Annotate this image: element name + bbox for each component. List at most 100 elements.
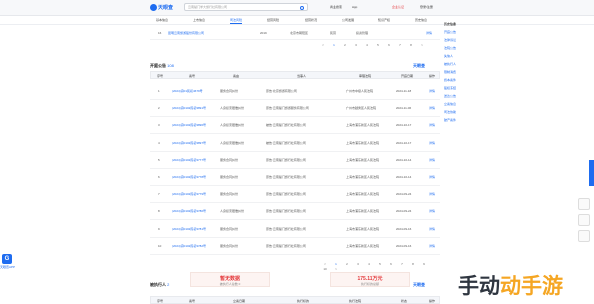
col-op: 操作: [429, 74, 436, 78]
detail-link[interactable]: 详情: [429, 158, 435, 162]
tab-basic-info[interactable]: 基本信息: [156, 18, 168, 24]
tab-legal-risk[interactable]: 司法风险: [230, 18, 243, 24]
case-link[interactable]: (2024)滇0102民初3896号: [172, 123, 206, 127]
sidebar-item[interactable]: 送达公告: [444, 94, 468, 98]
row-number: 1: [158, 89, 160, 93]
highlight-value: 暂无数据: [219, 276, 240, 282]
tab-history[interactable]: 历史信息: [415, 18, 427, 24]
page-10[interactable]: 10: [322, 267, 328, 272]
search-icon[interactable]: [300, 6, 304, 10]
logo-text: 天眼查: [158, 5, 174, 11]
page-next[interactable]: >: [419, 43, 425, 48]
cell-date: 2024-09-24: [396, 209, 412, 214]
sidebar-item[interactable]: 历史信息: [444, 22, 468, 26]
case-link[interactable]: (2024)滇0102民初3779号: [172, 192, 206, 196]
cell-party: 原告:云南楚门旅行社有限公司: [266, 192, 306, 197]
toplink-business-search[interactable]: 商业搜索: [330, 5, 342, 9]
toplink-login[interactable]: 登录/注册: [420, 5, 433, 9]
tab-ip[interactable]: 知识产权: [378, 18, 390, 24]
detail-link[interactable]: 详情: [429, 192, 435, 196]
tab-business-risk[interactable]: 经营风险: [267, 18, 279, 24]
sidebar-item[interactable]: 股权冻结: [444, 86, 468, 90]
case-link[interactable]: (2024)滇0102民初3891号: [172, 106, 206, 110]
cell-date: 2024-09-24: [396, 192, 412, 197]
cell-cause: 人身损害赔偿纠纷: [220, 140, 245, 145]
case-link[interactable]: (2024)滇0102民初3780号: [172, 209, 206, 213]
table-row: 16 昆明云南旅游股份有限公司 2019 北京市朝阳区 民营 投资管理 详情: [150, 28, 440, 40]
section-title-legal: 开庭公告 108: [150, 63, 174, 69]
cell-cause: 服务合同纠纷: [220, 243, 239, 248]
detail-link[interactable]: 详情: [429, 89, 435, 93]
sidebar-item[interactable]: 立案信息: [444, 102, 468, 106]
page-2[interactable]: 2: [344, 262, 350, 267]
page-1[interactable]: 1: [331, 43, 337, 48]
watermark-text: 手动: [458, 275, 500, 298]
page-7[interactable]: 7: [399, 262, 405, 267]
table-row: 10 (2024)滇0102民初3782号 服务合同纠纷 原告:云南楚门旅行社有限公司…: [150, 239, 440, 255]
sidebar-item[interactable]: 司法协助: [444, 110, 468, 114]
detail-link[interactable]: 详情: [429, 244, 435, 248]
page-prev[interactable]: <: [320, 43, 326, 48]
page-6[interactable]: 6: [386, 43, 392, 48]
detail-link[interactable]: 详情: [429, 209, 435, 213]
cell-date: 2024-10-14: [396, 157, 412, 162]
page-9[interactable]: 9: [421, 262, 427, 267]
cell-party: 原告:云南楚门旅行社有限公司: [266, 175, 306, 179]
page-4[interactable]: 4: [366, 262, 372, 267]
toplink-enterprise-cert[interactable]: 企业认证: [392, 5, 404, 9]
back-to-top-icon[interactable]: [578, 230, 590, 242]
app-download-badge[interactable]: G 天眼查APP: [0, 254, 15, 280]
feedback-tab[interactable]: [589, 160, 594, 186]
page-7[interactable]: 7: [397, 43, 403, 48]
case-link[interactable]: (2024)滇0102民初3778号: [172, 175, 206, 179]
cell-date: 2024-09-16: [396, 226, 412, 231]
tab-listing-info[interactable]: 上市信息: [193, 18, 205, 24]
sidebar-item[interactable]: 终本案件: [444, 78, 468, 82]
tab-operating-status[interactable]: 经营状况: [305, 18, 317, 24]
detail-link[interactable]: 详情: [429, 106, 435, 110]
case-link[interactable]: (2024)滇0102民初3781号: [172, 227, 206, 231]
page-8[interactable]: 8: [408, 43, 414, 48]
table-row: 5 (2024)滇0102民初3777号 服务合同纠纷 原告:云南楚门旅行社有限公司 上…: [150, 153, 440, 169]
sidebar-item[interactable]: 限制消费: [444, 70, 468, 74]
case-link[interactable]: (2024)滇0102民初3777号: [172, 158, 206, 162]
page-5[interactable]: 5: [375, 43, 381, 48]
sidebar-item[interactable]: 失信人: [444, 54, 468, 58]
detail-link[interactable]: 详情: [426, 31, 432, 35]
page-3[interactable]: 3: [355, 262, 361, 267]
detail-link[interactable]: 详情: [429, 141, 435, 145]
sidebar-item[interactable]: 法律诉讼: [444, 38, 468, 42]
sidebar-item[interactable]: 破产案件: [444, 118, 468, 122]
cell-party: 被告:云南楚门旅行社有限公司: [266, 140, 306, 145]
company-link[interactable]: 昆明云南旅游股份有限公司: [168, 31, 204, 35]
col-status: 状态: [401, 299, 408, 303]
cell-cause: 服务合同纠纷: [220, 192, 239, 197]
brand-tag: 天眼查: [413, 282, 425, 287]
page-8[interactable]: 8: [410, 262, 416, 267]
page-2[interactable]: 2: [342, 43, 348, 48]
feedback-icon[interactable]: [578, 198, 590, 210]
case-link[interactable]: (2024)滇01民初4679号: [172, 89, 203, 93]
sidebar-item[interactable]: 开庭公告: [444, 30, 468, 34]
main-content: 16 昆明云南旅游股份有限公司 2019 北京市朝阳区 民营 投资管理 详情 <…: [150, 26, 440, 304]
cell-court: 上海市浦东新区人民法院: [346, 226, 380, 231]
tab-company-dev[interactable]: 公司发展: [342, 18, 354, 24]
case-link[interactable]: (2024)滇0102民初3897号: [172, 141, 206, 145]
search-input[interactable]: 云南楚门学大旅行社有限公司: [184, 3, 308, 11]
service-icon[interactable]: [578, 214, 590, 226]
row-number: 4: [158, 140, 160, 145]
cell-cause: 服务合同纠纷: [220, 175, 239, 179]
toplink-app[interactable]: App: [352, 5, 357, 9]
cell-party: 被告:云南楚门旅行社有限公司: [266, 123, 306, 128]
detail-link[interactable]: 详情: [429, 123, 435, 127]
detail-link[interactable]: 详情: [429, 227, 435, 231]
page-6[interactable]: 6: [388, 262, 394, 267]
detail-link[interactable]: 详情: [429, 175, 435, 179]
sidebar-item[interactable]: 被执行人: [444, 62, 468, 66]
site-logo[interactable]: 天眼查: [150, 3, 175, 12]
case-link[interactable]: (2024)滇0102民初3782号: [172, 244, 206, 248]
sidebar-item[interactable]: 法院公告: [444, 46, 468, 50]
page-5[interactable]: 5: [377, 262, 383, 267]
page-3[interactable]: 3: [353, 43, 359, 48]
page-4[interactable]: 4: [364, 43, 370, 48]
